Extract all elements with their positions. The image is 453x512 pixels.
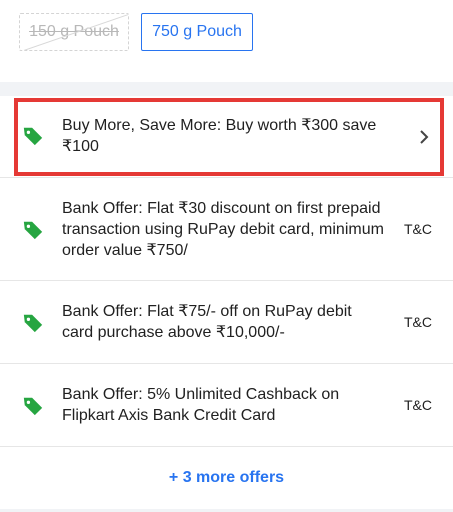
chevron-right-icon[interactable] — [417, 128, 431, 146]
variant-selector: 150 g Pouch 750 g Pouch — [0, 0, 453, 82]
variant-150g-button[interactable]: 150 g Pouch — [19, 13, 129, 51]
offer-row-buy-more[interactable]: Buy More, Save More: Buy worth ₹300 save… — [0, 97, 453, 178]
offer-tag-icon — [23, 314, 43, 333]
section-divider — [0, 82, 453, 96]
offer-tag-icon — [23, 127, 43, 146]
variant-750g-button[interactable]: 750 g Pouch — [141, 13, 253, 51]
terms-link[interactable]: T&C — [404, 314, 432, 330]
terms-link[interactable]: T&C — [404, 397, 432, 413]
offer-text: Bank Offer: Flat ₹30 discount on first p… — [62, 200, 384, 259]
offer-row-bank-axis-cashback[interactable]: Bank Offer: 5% Unlimited Cashback on Fli… — [0, 364, 453, 447]
terms-link[interactable]: T&C — [404, 221, 432, 237]
offer-text: Bank Offer: 5% Unlimited Cashback on Fli… — [62, 386, 340, 424]
offer-text: Buy More, Save More: Buy worth ₹300 save… — [62, 117, 377, 155]
offer-tag-icon — [23, 397, 43, 416]
offer-tag-icon — [23, 221, 43, 240]
offer-row-bank-rupay-30[interactable]: Bank Offer: Flat ₹30 discount on first p… — [0, 178, 453, 281]
more-offers-link[interactable]: + 3 more offers — [0, 447, 453, 509]
offer-row-bank-rupay-75[interactable]: Bank Offer: Flat ₹75/- off on RuPay debi… — [0, 281, 453, 364]
offer-text: Bank Offer: Flat ₹75/- off on RuPay debi… — [62, 303, 352, 341]
